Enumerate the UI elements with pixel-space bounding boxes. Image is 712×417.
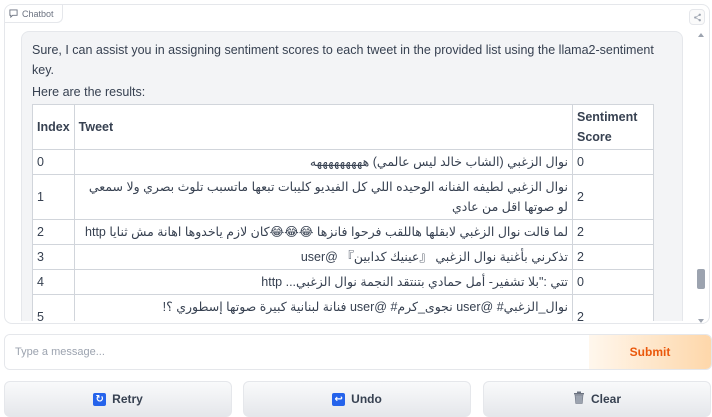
header-index: Index — [32, 104, 75, 150]
row-tweet: نوال الزغبي (الشاب خالد ليس عالمي) ههههه… — [73, 149, 574, 175]
table-row: 0 نوال الزغبي (الشاب خالد ليس عالمي) هههه… — [32, 149, 654, 175]
row-index: 1 — [32, 174, 75, 220]
submit-button[interactable]: Submit — [589, 335, 711, 369]
bot-message: Sure, I can assist you in assigning sent… — [21, 31, 683, 321]
row-score: 0 — [572, 269, 654, 295]
table-row: 2 لما قالت نوال الزغبي لابقلها هاللقب فرح… — [32, 219, 654, 245]
message-input[interactable] — [5, 335, 589, 369]
undo-button[interactable]: ↩ Undo — [243, 381, 471, 417]
retry-icon: ↻ — [93, 392, 107, 406]
row-index: 4 — [32, 269, 75, 295]
row-index: 2 — [32, 219, 75, 245]
row-score: 2 — [572, 174, 654, 220]
chat-bubble-icon — [9, 9, 18, 18]
row-tweet: تتي :"بلا تشفير- أمل حمادي بتنتقد النجمة… — [73, 269, 574, 295]
row-score: 0 — [572, 149, 654, 175]
chatbot-panel: Chatbot Sure, I can assist you in assign… — [4, 4, 710, 324]
row-score: 2 — [572, 244, 654, 270]
scrollbar-thumb[interactable] — [697, 269, 705, 289]
undo-icon: ↩ — [332, 392, 346, 406]
header-tweet: Tweet — [73, 104, 574, 150]
table-row: 1 نوال الزغبي لطيفه الفنانه الوحيده اللي … — [32, 174, 654, 220]
clear-button[interactable]: Clear — [483, 381, 711, 417]
chat-scrollbar[interactable] — [697, 33, 705, 323]
chatbot-label-text: Chatbot — [22, 8, 54, 19]
row-index: 3 — [32, 244, 75, 270]
message-intro-2: Here are the results: — [32, 85, 146, 99]
trash-icon — [573, 391, 585, 407]
table-header-row: Index Tweet Sentiment Score — [32, 104, 654, 150]
retry-button[interactable]: ↻ Retry — [4, 381, 232, 417]
chatbot-label: Chatbot — [5, 5, 63, 23]
header-score: Sentiment Score — [572, 104, 654, 150]
row-index: 5 — [32, 294, 75, 321]
row-tweet: نوال الزغبي لطيفه الفنانه الوحيده اللي ك… — [73, 174, 574, 220]
table-row: 5 نوال_الزغبي# @user نجوى_كرم# @user فنان… — [32, 294, 654, 321]
chat-message-list[interactable]: Sure, I can assist you in assigning sent… — [21, 31, 683, 321]
table-row: 4 تتي :"بلا تشفير- أمل حمادي بتنتقد النجم… — [32, 269, 654, 295]
share-button[interactable] — [689, 9, 705, 25]
sentiment-table: Index Tweet Sentiment Score 0 نوال الزغبي… — [32, 104, 654, 321]
message-intro: Sure, I can assist you in assigning sent… — [32, 43, 654, 77]
undo-label: Undo — [351, 392, 382, 406]
row-index: 0 — [32, 149, 75, 175]
message-input-row: Submit — [4, 334, 712, 370]
row-tweet: لما قالت نوال الزغبي لابقلها هاللقب فرحو… — [73, 219, 574, 245]
row-score: 2 — [572, 219, 654, 245]
clear-label: Clear — [590, 392, 622, 406]
retry-label: Retry — [112, 392, 143, 406]
row-score: 2 — [572, 294, 654, 321]
row-tweet: نوال_الزغبي# @user نجوى_كرم# @user فنانة… — [73, 294, 574, 321]
row-tweet: تذكرني بأغنية نوال الزغبي 『عينيك كدابين』… — [73, 244, 574, 270]
scroll-down-arrow-icon[interactable] — [698, 319, 704, 323]
scroll-up-arrow-icon[interactable] — [698, 33, 704, 37]
table-row: 3 تذكرني بأغنية نوال الزغبي 『عينيك كدابين… — [32, 244, 654, 270]
share-icon — [693, 13, 701, 21]
